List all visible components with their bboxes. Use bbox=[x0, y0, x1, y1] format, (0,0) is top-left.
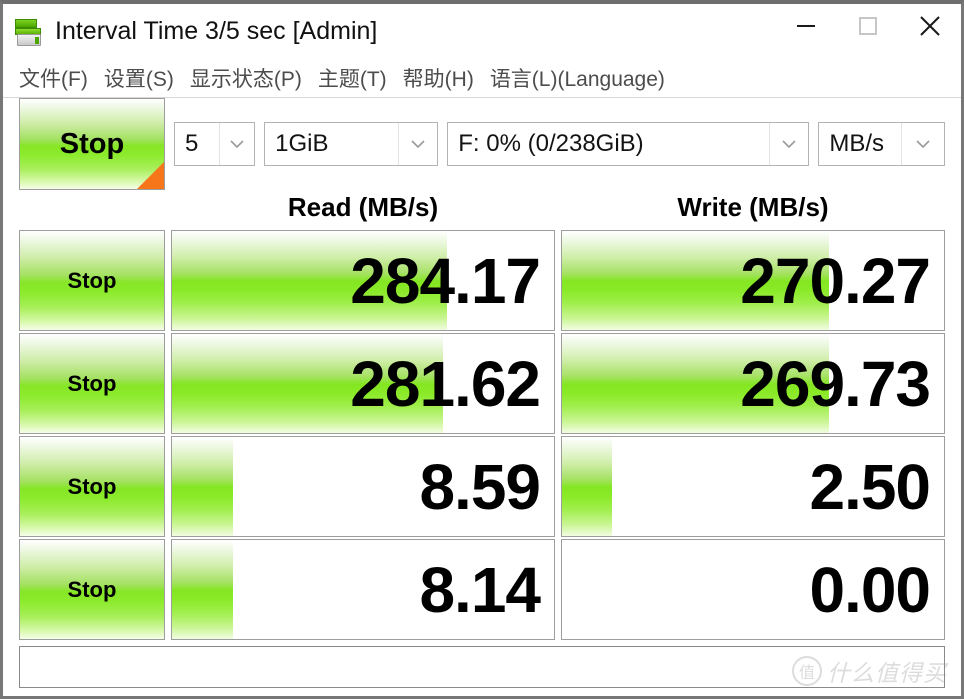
running-indicator-icon bbox=[137, 162, 164, 189]
menu-item-language[interactable]: 语言(L)(Language) bbox=[482, 63, 673, 93]
chevron-down-icon bbox=[219, 123, 254, 165]
window-title: Interval Time 3/5 sec [Admin] bbox=[55, 17, 378, 45]
target-drive-select[interactable]: F: 0% (0/238GiB) bbox=[447, 122, 810, 166]
menu-item-help[interactable]: 帮助(H) bbox=[395, 63, 482, 93]
row-1-write-value: 270.27 bbox=[740, 244, 931, 317]
target-drive-value: F: 0% (0/238GiB) bbox=[458, 130, 644, 157]
chevron-down-icon bbox=[901, 123, 944, 165]
disk-icon bbox=[14, 17, 44, 47]
row-4-read-bar bbox=[172, 540, 234, 639]
row-3-write-bar bbox=[562, 437, 612, 536]
menu-item-theme[interactable]: 主题(T) bbox=[310, 63, 395, 93]
title-bar: Interval Time 3/5 sec [Admin] bbox=[3, 4, 961, 59]
test-count-value: 5 bbox=[185, 130, 199, 157]
maximize-icon bbox=[859, 17, 877, 35]
row-4-stop-button[interactable]: Stop bbox=[19, 539, 165, 640]
crystaldiskmark-window: Interval Time 3/5 sec [Admin] 文件(F) 设置(S… bbox=[0, 0, 964, 699]
row-2-stop-button-label: Stop bbox=[67, 370, 117, 396]
column-headers: Read (MB/s) Write (MB/s) bbox=[3, 190, 961, 230]
menu-bar: 文件(F) 设置(S) 显示状态(P) 主题(T) 帮助(H) 语言(L)(La… bbox=[3, 59, 961, 98]
row-3-read-bar bbox=[172, 437, 234, 536]
table-row: Stop 284.17 270.27 bbox=[19, 230, 945, 331]
row-1-stop-button-label: Stop bbox=[67, 267, 117, 293]
row-1-stop-button[interactable]: Stop bbox=[19, 230, 165, 331]
row-1-read-cell: 284.17 bbox=[171, 230, 555, 331]
menu-item-settings[interactable]: 设置(S) bbox=[96, 63, 182, 93]
row-3-read-cell: 8.59 bbox=[171, 436, 555, 537]
row-1-write-cell: 270.27 bbox=[561, 230, 945, 331]
menu-item-file[interactable]: 文件(F) bbox=[11, 63, 96, 93]
row-2-stop-button[interactable]: Stop bbox=[19, 333, 165, 434]
row-4-read-value: 8.14 bbox=[419, 553, 541, 626]
unit-value: MB/s bbox=[829, 130, 885, 157]
row-2-write-cell: 269.73 bbox=[561, 333, 945, 434]
menu-item-profile[interactable]: 显示状态(P) bbox=[182, 63, 310, 93]
toolbar: Stop 5 1GiB F: 0% (0/238GiB) MB/s bbox=[3, 98, 961, 190]
test-count-select[interactable]: 5 bbox=[174, 122, 256, 166]
row-4-stop-button-label: Stop bbox=[67, 576, 117, 602]
row-3-stop-button[interactable]: Stop bbox=[19, 436, 165, 537]
row-4-write-value: 0.00 bbox=[809, 553, 931, 626]
chevron-down-icon bbox=[769, 123, 808, 165]
minimize-button[interactable] bbox=[775, 4, 837, 48]
row-1-read-value: 284.17 bbox=[350, 244, 541, 317]
write-column-header: Write (MB/s) bbox=[677, 192, 829, 222]
row-3-read-value: 8.59 bbox=[419, 450, 541, 523]
comment-area bbox=[3, 640, 961, 698]
row-4-write-cell: 0.00 bbox=[561, 539, 945, 640]
window-controls bbox=[775, 4, 961, 59]
all-stop-button[interactable]: Stop bbox=[19, 98, 165, 190]
row-3-stop-button-label: Stop bbox=[67, 473, 117, 499]
read-column-header: Read (MB/s) bbox=[287, 192, 439, 222]
table-row: Stop 281.62 269.73 bbox=[19, 333, 945, 434]
unit-select[interactable]: MB/s bbox=[818, 122, 945, 166]
row-3-write-cell: 2.50 bbox=[561, 436, 945, 537]
maximize-button[interactable] bbox=[837, 4, 899, 48]
table-row: Stop 8.14 0.00 bbox=[19, 539, 945, 640]
comment-input[interactable] bbox=[19, 646, 945, 688]
chevron-down-icon bbox=[398, 123, 437, 165]
row-4-read-cell: 8.14 bbox=[171, 539, 555, 640]
header-spacer bbox=[19, 190, 165, 230]
minimize-icon bbox=[797, 25, 815, 27]
test-size-select[interactable]: 1GiB bbox=[264, 122, 439, 166]
results-table: Stop 284.17 270.27 Stop 281.62 269.73 St… bbox=[3, 230, 961, 640]
row-3-write-value: 2.50 bbox=[809, 450, 931, 523]
table-row: Stop 8.59 2.50 bbox=[19, 436, 945, 537]
test-size-value: 1GiB bbox=[275, 130, 329, 157]
row-2-read-value: 281.62 bbox=[350, 347, 541, 420]
row-2-write-value: 269.73 bbox=[740, 347, 931, 420]
all-stop-button-label: Stop bbox=[59, 127, 125, 160]
close-button[interactable] bbox=[899, 4, 961, 48]
close-icon bbox=[920, 16, 940, 36]
row-2-read-cell: 281.62 bbox=[171, 333, 555, 434]
